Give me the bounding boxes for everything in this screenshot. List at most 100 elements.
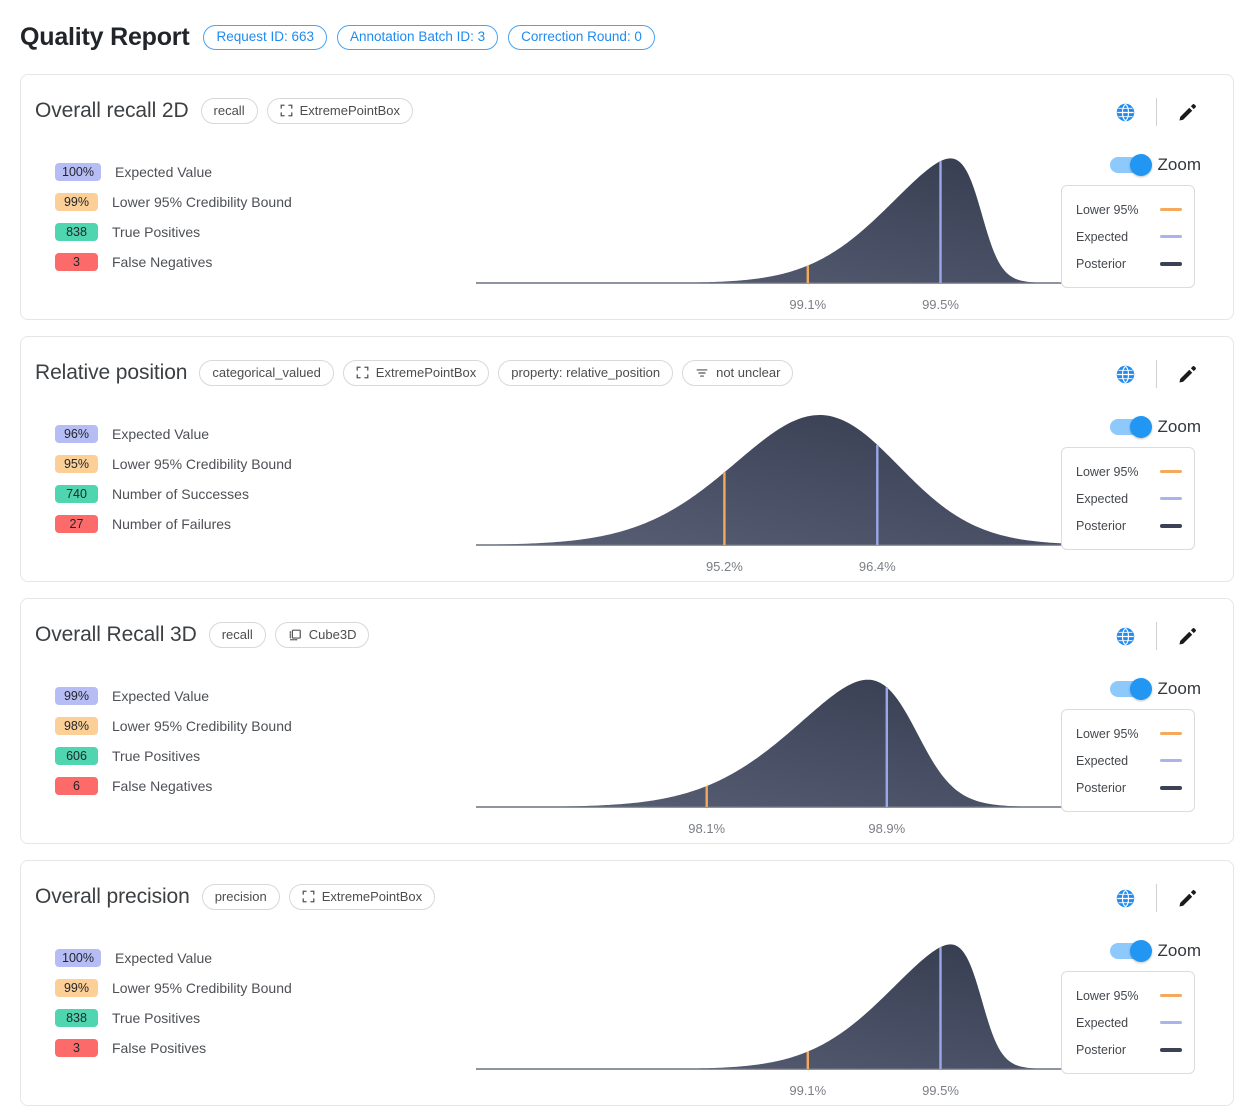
x-tick-label: 96.4%	[858, 559, 896, 574]
metric-list: 96% Expected Value 95% Lower 95% Credibilit…	[55, 425, 292, 533]
legend-label: Expected	[1076, 1015, 1129, 1030]
card-actions	[1102, 883, 1211, 913]
edit-button[interactable]	[1165, 621, 1211, 651]
zoom-and-legend: Zoom Lower 95% Expected Posterior	[1061, 415, 1211, 550]
metric-row: 99% Expected Value	[55, 687, 292, 705]
chip-label: Cube3D	[308, 627, 357, 642]
metric-row: 6 False Negatives	[55, 777, 292, 795]
x-tick-label: 98.9%	[868, 821, 906, 836]
card-header: Overall precision precision ExtremePointBo…	[21, 861, 1233, 911]
report-card: Overall precision precision ExtremePointBo…	[20, 860, 1234, 1106]
legend-swatch	[1160, 497, 1182, 500]
metric-badge: 100%	[55, 949, 101, 967]
toggle-knob	[1129, 678, 1152, 700]
pencil-icon	[1179, 366, 1196, 383]
legend-label: Posterior	[1076, 518, 1127, 533]
metric-chip[interactable]: precision	[201, 884, 280, 910]
zoom-label: Zoom	[1157, 417, 1201, 436]
chart-legend: Lower 95% Expected Posterior	[1061, 447, 1195, 550]
chip-label: recall	[221, 627, 253, 642]
toggle-knob	[1129, 940, 1152, 962]
publish-globe-button[interactable]	[1102, 359, 1148, 389]
legend-row: Posterior	[1076, 250, 1182, 277]
legend-swatch	[1160, 785, 1182, 790]
card-header: Overall recall 2D recall ExtremePointBox	[21, 75, 1233, 125]
metric-row: 96% Expected Value	[55, 425, 292, 443]
density-area	[476, 158, 1108, 283]
metric-chip[interactable]: recall	[208, 622, 266, 648]
legend-swatch	[1160, 235, 1182, 238]
metric-label: Number of Successes	[112, 486, 249, 502]
zoom-toggle[interactable]	[1109, 154, 1152, 176]
metric-chip[interactable]: not unclear	[682, 360, 794, 386]
header-pill[interactable]: Annotation Batch ID: 3	[337, 24, 499, 50]
zoom-toggle[interactable]	[1109, 940, 1152, 962]
zoom-and-legend: Zoom Lower 95% Expected Posterior	[1061, 153, 1211, 288]
zoom-toggle[interactable]	[1109, 416, 1152, 438]
x-tick-label: 99.5%	[922, 297, 959, 312]
legend-row: Posterior	[1076, 1036, 1182, 1063]
metric-row: 3 False Positives	[55, 1039, 292, 1057]
bounding-box-icon	[302, 890, 315, 903]
card-header: Relative position categorical_valued Extre…	[21, 337, 1233, 387]
header-pill[interactable]: Request ID: 663	[203, 24, 328, 50]
metric-chip[interactable]: property: relative_position	[498, 360, 674, 386]
edit-button[interactable]	[1165, 883, 1211, 913]
metric-label: False Negatives	[112, 254, 213, 270]
legend-swatch	[1160, 732, 1182, 735]
edit-button[interactable]	[1165, 359, 1211, 389]
legend-row: Expected	[1076, 485, 1182, 512]
metric-chip[interactable]: categorical_valued	[199, 360, 334, 386]
metric-row: 98% Lower 95% Credibility Bound	[55, 717, 292, 735]
legend-row: Lower 95%	[1076, 196, 1182, 223]
x-tick-label: 95.2%	[705, 559, 743, 574]
publish-globe-button[interactable]	[1102, 97, 1148, 127]
legend-row: Posterior	[1076, 774, 1182, 801]
metric-chip[interactable]: Cube3D	[274, 622, 370, 648]
legend-row: Lower 95%	[1076, 982, 1182, 1009]
zoom-toggle[interactable]	[1109, 678, 1152, 700]
card-title: Overall Recall 3D	[35, 623, 197, 646]
legend-label: Lower 95%	[1076, 464, 1139, 479]
metric-chip[interactable]: recall	[200, 98, 258, 124]
metric-badge: 838	[55, 1009, 98, 1027]
metric-label: True Positives	[112, 1010, 201, 1026]
metric-badge: 838	[55, 223, 98, 241]
metric-chip[interactable]: ExtremePointBox	[266, 98, 414, 124]
chip-row: recall ExtremePointBox	[200, 98, 414, 124]
zoom-toggle-row: Zoom	[1061, 677, 1211, 701]
edit-button[interactable]	[1165, 97, 1211, 127]
chip-row: categorical_valued ExtremePointBox propert…	[199, 360, 794, 386]
posterior-distribution-chart: 99.1% 99.5%	[476, 145, 1108, 312]
zoom-toggle-row: Zoom	[1061, 153, 1211, 177]
legend-row: Expected	[1076, 747, 1182, 774]
density-area	[476, 415, 1108, 545]
pencil-icon	[1179, 890, 1196, 907]
card-title: Relative position	[35, 361, 188, 384]
legend-swatch	[1160, 208, 1182, 211]
metric-badge: 99%	[55, 979, 98, 997]
metric-chip[interactable]: ExtremePointBox	[288, 884, 436, 910]
filter-icon	[695, 366, 709, 380]
chart-svg	[476, 679, 1108, 808]
metric-label: Lower 95% Credibility Bound	[112, 456, 292, 472]
metric-row: 3 False Negatives	[55, 253, 292, 271]
metric-list: 100% Expected Value 99% Lower 95% Credibili…	[55, 163, 292, 271]
header-pill[interactable]: Correction Round: 0	[508, 24, 655, 50]
metric-badge: 98%	[55, 717, 98, 735]
metric-label: False Positives	[112, 1040, 207, 1056]
chip-label: ExtremePointBox	[375, 365, 477, 380]
metric-row: 838 True Positives	[55, 1009, 292, 1027]
publish-globe-button[interactable]	[1102, 621, 1148, 651]
legend-row: Expected	[1076, 1009, 1182, 1036]
metric-badge: 606	[55, 747, 98, 765]
posterior-distribution-chart: 99.1% 99.5%	[476, 931, 1108, 1098]
report-card: Relative position categorical_valued Extre…	[20, 336, 1234, 582]
metric-row: 740 Number of Successes	[55, 485, 292, 503]
legend-row: Posterior	[1076, 512, 1182, 539]
metric-row: 838 True Positives	[55, 223, 292, 241]
metric-badge: 99%	[55, 193, 98, 211]
publish-globe-button[interactable]	[1102, 883, 1148, 913]
metric-chip[interactable]: ExtremePointBox	[342, 360, 490, 386]
legend-label: Posterior	[1076, 1042, 1127, 1057]
